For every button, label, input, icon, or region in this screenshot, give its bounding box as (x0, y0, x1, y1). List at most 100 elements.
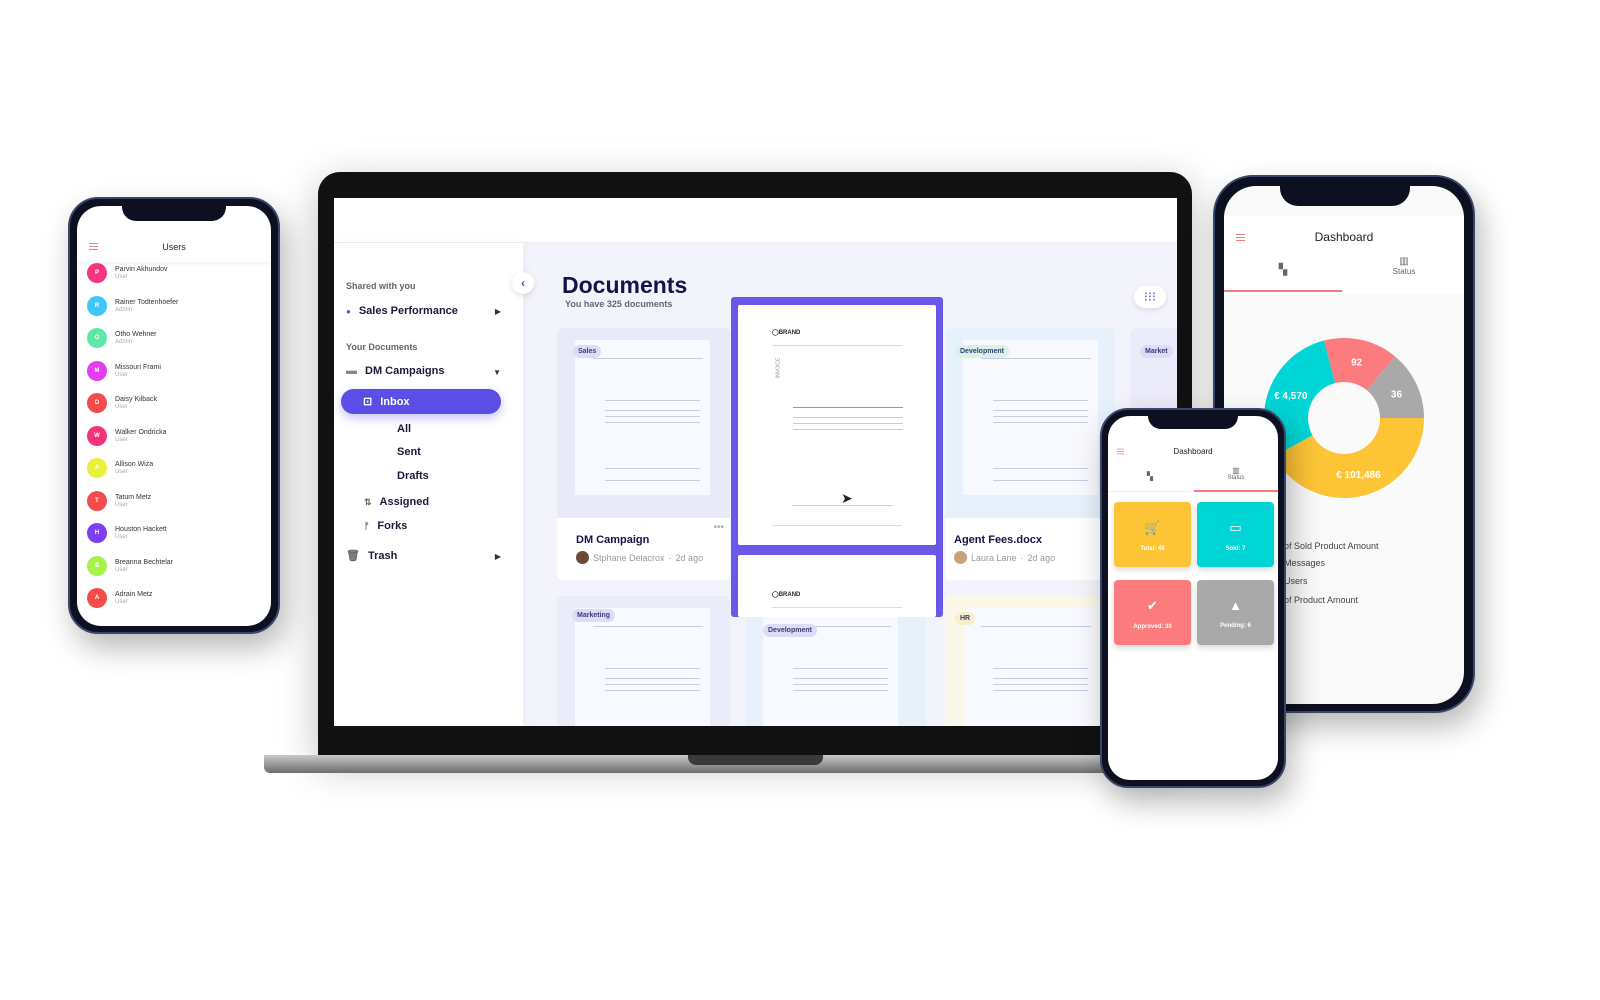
caret-right-icon[interactable]: ▶ (495, 307, 501, 316)
user-role: User (115, 534, 128, 540)
status-screen: Dashboard ▚ ▥ Status 🛒 Total: 48 ▭ Sold: 7 ✔ A… (1108, 416, 1278, 780)
document-card[interactable]: Sales DM Campaign Stphane Delacrox · 2d ag… (557, 328, 730, 580)
user-name: Walker Ondricka (115, 428, 167, 436)
screen-title: Dashboard (1173, 447, 1213, 456)
inbox-icon: ⊡ (363, 396, 373, 408)
avatar: D (87, 393, 107, 413)
invoice-page (575, 340, 710, 495)
invoice-page: ◯BRAND INVOICE ➤ (738, 305, 936, 545)
fork-icon: ᚠ (364, 521, 370, 531)
grid-icon: ⁝⁝⁝ (1143, 289, 1157, 304)
user-list-item[interactable]: P Parvin Akhundov User (87, 258, 168, 288)
user-list-item[interactable]: R Rainer Todtenhoefer Admin (87, 291, 178, 321)
user-list-item[interactable]: M Missouri Frami User (87, 356, 161, 386)
avatar: H (87, 523, 107, 543)
status-phone: Dashboard ▚ ▥ Status 🛒 Total: 48 ▭ Sold: 7 ✔ A… (1100, 408, 1286, 788)
cart-icon: 🛒 (1144, 520, 1161, 535)
category-tag: HR (955, 612, 976, 625)
folder-icon: ▬ (346, 365, 357, 377)
user-list-item[interactable]: W Walker Ondricka User (87, 421, 166, 451)
document-count: You have 325 documents (565, 299, 673, 309)
user-list-item[interactable]: T Tatum Metz User (87, 486, 151, 516)
user-role: User (115, 566, 128, 573)
legend-item: of Sold Product Amount (1284, 541, 1379, 551)
legend-item: Messages (1284, 558, 1326, 568)
author: Stphane Delacrox (593, 552, 665, 563)
user-list-item[interactable]: A Adrain Metz User (87, 583, 152, 613)
tile-label: Pending: 6 (1220, 623, 1251, 629)
tab-status[interactable]: ▥ Status (1344, 256, 1464, 292)
sidebar-item-dm-campaigns[interactable]: ▬ DM Campaigns (346, 365, 444, 377)
sidebar-item-sales-performance[interactable]: ● Sales Performance (346, 305, 458, 317)
avatar: R (87, 295, 107, 316)
sidebar-item-label: Inbox (380, 395, 410, 408)
user-name: Otho Wehner (115, 331, 157, 338)
laptop: Shared with you ● Sales Performance ▶ You… (318, 172, 1192, 756)
document-card[interactable]: Marketing (557, 596, 730, 726)
sidebar-item-all[interactable]: All (397, 423, 411, 435)
user-role: User (115, 274, 128, 280)
avatar: W (87, 425, 107, 446)
status-tile[interactable]: ✔ Approved: 30 (1114, 580, 1191, 645)
avatar: M (87, 360, 107, 381)
sidebar: Shared with you ● Sales Performance ▶ You… (334, 243, 523, 726)
document-card[interactable]: Development Agent Fees.docx Laura Lane · 2… (945, 328, 1115, 580)
warning-icon: ▲ (1229, 598, 1242, 613)
status-tile[interactable]: ▲ Pending: 6 (1197, 580, 1274, 645)
grid-view-button[interactable]: ⁝⁝⁝ (1134, 286, 1166, 308)
selected-document-preview[interactable]: ◯BRAND INVOICE ➤ ◯BRAND (731, 297, 943, 617)
user-list-item[interactable]: O Otho Wehner Admin (87, 323, 157, 353)
sidebar-item-assigned[interactable]: ⇅ Assigned (364, 496, 429, 508)
status-tile[interactable]: 🛒 Total: 48 (1114, 502, 1191, 567)
user-name: Adrain Metz (115, 591, 153, 598)
user-name: Parvin Akhundov (115, 266, 168, 273)
phone-notch (1280, 186, 1410, 206)
document-card[interactable]: HR (945, 596, 1105, 726)
avatar (576, 551, 589, 564)
sidebar-item-label: Trash (367, 549, 398, 562)
more-options-icon[interactable]: ••• (713, 522, 724, 533)
tab-overview[interactable]: ▚ (1108, 466, 1192, 492)
screen-title: Dashboard (1314, 230, 1374, 244)
tab-status[interactable]: ▥ Status (1194, 466, 1278, 492)
invoice-page (963, 340, 1098, 495)
tab-overview[interactable]: ▚ (1224, 260, 1342, 292)
category-tag: Marketing (572, 609, 616, 622)
caret-right-icon[interactable]: ▶ (495, 552, 501, 561)
tile-label: Sold: 7 (1225, 546, 1246, 552)
caret-down-icon[interactable]: ▼ (493, 368, 501, 377)
user-list-item[interactable]: D Daisy Kilback User (87, 388, 157, 418)
user-role: Admin (115, 339, 133, 345)
user-list-item[interactable]: B Breanna Bechtelar User (87, 551, 173, 581)
avatar: T (87, 490, 107, 511)
shared-caption: Shared with you (346, 281, 416, 291)
page-title: Documents (562, 272, 688, 298)
user-list-item[interactable]: A Allison Wiza User (87, 453, 153, 483)
avatar: P (87, 263, 107, 283)
dashboard-icon: ▚ (1278, 264, 1288, 276)
category-tag: Market (1140, 345, 1173, 358)
avatar (954, 551, 967, 564)
user-name: Tatum Metz (115, 493, 152, 501)
user-name: Daisy Kilback (115, 396, 158, 403)
sidebar-item-sent[interactable]: Sent (397, 446, 421, 458)
sidebar-item-inbox[interactable]: ⊡ Inbox (341, 389, 501, 414)
timestamp: 2d ago (675, 552, 704, 563)
user-role: User (115, 501, 128, 508)
sidebar-item-forks[interactable]: ᚠ Forks (364, 520, 407, 532)
category-tag: Sales (573, 345, 602, 358)
category-tag: Development (955, 345, 1009, 358)
sidebar-item-drafts[interactable]: Drafts (397, 470, 429, 482)
sidebar-item-label: Forks (377, 520, 408, 532)
sidebar-item-trash[interactable]: 🗑 Trash (346, 549, 398, 563)
invoice-page (575, 608, 710, 726)
check-circle-icon: ✔ (1147, 598, 1158, 613)
status-tile[interactable]: ▭ Sold: 7 (1197, 502, 1274, 567)
phone-notch (1148, 416, 1238, 429)
user-role: Admin (115, 306, 133, 313)
donut-label: 92 (1351, 357, 1363, 368)
user-list-item[interactable]: H Houston Hackett User (87, 518, 167, 548)
user-role: User (115, 371, 128, 378)
collapse-sidebar-button[interactable]: ‹ (512, 272, 534, 294)
legend-item: Users (1284, 576, 1308, 586)
